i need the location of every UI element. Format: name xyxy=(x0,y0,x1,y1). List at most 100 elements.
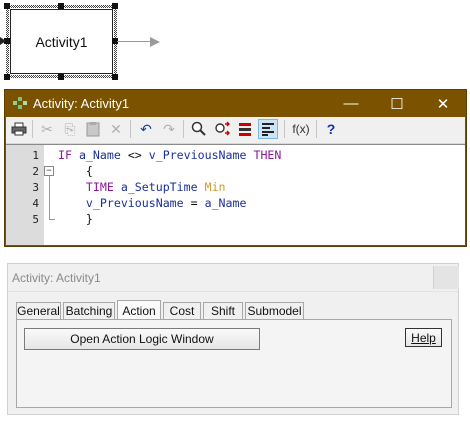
delete-button[interactable]: ✕ xyxy=(106,119,126,139)
toolbar-separator xyxy=(32,120,33,138)
magnifier-icon xyxy=(191,121,206,136)
format-button[interactable] xyxy=(258,119,278,139)
redo-button[interactable]: ↷ xyxy=(159,119,179,139)
help-toolbar-button[interactable]: ? xyxy=(321,119,341,139)
variable: v_PreviousName xyxy=(141,148,254,162)
line-number: 4 xyxy=(32,197,39,210)
code-line-5: } xyxy=(58,212,93,226)
operator: = xyxy=(183,196,205,210)
copy-button[interactable]: ⎘ xyxy=(60,119,80,139)
tab-cost[interactable]: Cost xyxy=(163,302,201,319)
resize-handle-bottom-left[interactable] xyxy=(4,74,10,80)
undo-button[interactable]: ↶ xyxy=(136,119,156,139)
variable: a_SetupTime xyxy=(113,180,205,194)
code-line-2: { xyxy=(58,164,93,178)
code-editor[interactable]: 1 2 3 4 5 − IF a_Name <> v_PreviousName … xyxy=(6,144,465,245)
resize-handle-top-right[interactable] xyxy=(112,3,118,9)
line-number: 1 xyxy=(32,149,39,162)
outgoing-connector-line[interactable] xyxy=(117,41,151,42)
outgoing-arrow-icon xyxy=(150,37,160,47)
tab-shift[interactable]: Shift xyxy=(203,302,243,319)
tab-label: General xyxy=(17,304,60,318)
divider xyxy=(8,291,458,292)
help-icon: ? xyxy=(326,121,336,137)
function-icon: f(x) xyxy=(292,122,310,136)
panel-title: Activity: Activity1 xyxy=(12,271,101,285)
open-action-logic-button[interactable]: Open Action Logic Window xyxy=(24,328,260,350)
variable: v_PreviousName xyxy=(58,196,184,210)
print-button[interactable] xyxy=(9,119,29,139)
fold-toggle-icon[interactable]: − xyxy=(44,166,54,176)
fold-guide-end xyxy=(49,219,55,220)
toolbar-separator xyxy=(284,120,285,138)
resize-handle-bottom[interactable] xyxy=(58,74,64,80)
minimize-icon: — xyxy=(343,95,359,112)
close-icon: ✕ xyxy=(436,95,450,113)
button-label: Help xyxy=(411,330,436,345)
function-button[interactable]: f(x) xyxy=(289,119,313,139)
activity-logic-window: Activity: Activity1 — ☐ ✕ ✂ ⎘ ✕ ↶ ↷ f(x)… xyxy=(4,89,467,247)
code-line-1: IF a_Name <> v_PreviousName THEN xyxy=(58,148,281,162)
cut-icon: ✂ xyxy=(41,120,53,137)
undo-icon: ↶ xyxy=(140,120,152,137)
line-number: 3 xyxy=(32,181,39,194)
panel-close-button[interactable] xyxy=(433,266,459,289)
toolbar: ✂ ⎘ ✕ ↶ ↷ f(x) ? xyxy=(6,117,465,144)
resize-handle-top-left[interactable] xyxy=(4,3,10,9)
action-tab-panel: Open Action Logic Window Help xyxy=(16,319,452,408)
window-title: Activity: Activity1 xyxy=(33,96,130,111)
bookmark-icon xyxy=(239,123,251,136)
button-label: Open Action Logic Window xyxy=(70,332,214,346)
resize-handle-bottom-right[interactable] xyxy=(112,74,118,80)
resize-handle-top[interactable] xyxy=(58,3,64,9)
align-icon xyxy=(262,123,274,136)
toolbar-separator xyxy=(316,120,317,138)
maximize-icon: ☐ xyxy=(390,95,404,113)
line-number: 2 xyxy=(32,165,39,178)
line-number: 5 xyxy=(32,213,39,226)
code-line-4: v_PreviousName = a_Name xyxy=(58,196,247,210)
tab-label: Cost xyxy=(169,304,195,318)
activity-label: Activity1 xyxy=(35,33,88,50)
maximize-button[interactable]: ☐ xyxy=(374,90,420,117)
toggle-bookmark-button[interactable] xyxy=(235,119,255,139)
tab-label: Submodel xyxy=(247,304,302,318)
activity-properties-panel: Activity: Activity1 General Batching Act… xyxy=(7,263,459,415)
tab-batching[interactable]: Batching xyxy=(63,302,115,319)
close-button[interactable]: ✕ xyxy=(420,90,466,117)
toolbar-separator xyxy=(130,120,131,138)
keyword-time: TIME xyxy=(58,180,114,194)
incoming-arrow-icon xyxy=(0,37,6,45)
activity-shape[interactable]: Activity1 xyxy=(10,9,113,74)
help-button[interactable]: Help xyxy=(405,328,442,347)
title-bar[interactable]: Activity: Activity1 — ☐ ✕ xyxy=(5,90,466,117)
tab-general[interactable]: General xyxy=(16,302,61,319)
minimize-button[interactable]: — xyxy=(328,90,374,117)
tab-action[interactable]: Action xyxy=(117,300,161,320)
find-replace-icon xyxy=(215,121,230,136)
printer-icon xyxy=(11,122,27,136)
paste-icon xyxy=(86,122,100,137)
time-unit: Min xyxy=(204,180,226,194)
tab-label: Shift xyxy=(210,304,235,318)
variable: a_Name xyxy=(71,148,128,162)
tab-label: Batching xyxy=(65,304,113,318)
replace-button[interactable] xyxy=(212,119,232,139)
fold-guide xyxy=(49,176,50,220)
redo-icon: ↷ xyxy=(163,120,175,137)
keyword-if: IF xyxy=(58,148,72,162)
paste-button[interactable] xyxy=(83,119,103,139)
brace: { xyxy=(58,164,93,178)
cut-button[interactable]: ✂ xyxy=(37,119,57,139)
app-icon xyxy=(13,97,27,109)
operator: <> xyxy=(127,148,142,162)
keyword-then: THEN xyxy=(253,148,282,162)
find-button[interactable] xyxy=(189,119,209,139)
brace: } xyxy=(58,212,93,226)
tab-label: Action xyxy=(122,303,156,318)
copy-icon: ⎘ xyxy=(64,120,76,137)
tab-submodel[interactable]: Submodel xyxy=(245,302,304,319)
model-canvas[interactable]: Activity1 xyxy=(0,0,470,88)
code-line-3: TIME a_SetupTime Min xyxy=(58,180,226,194)
delete-icon: ✕ xyxy=(110,120,122,137)
